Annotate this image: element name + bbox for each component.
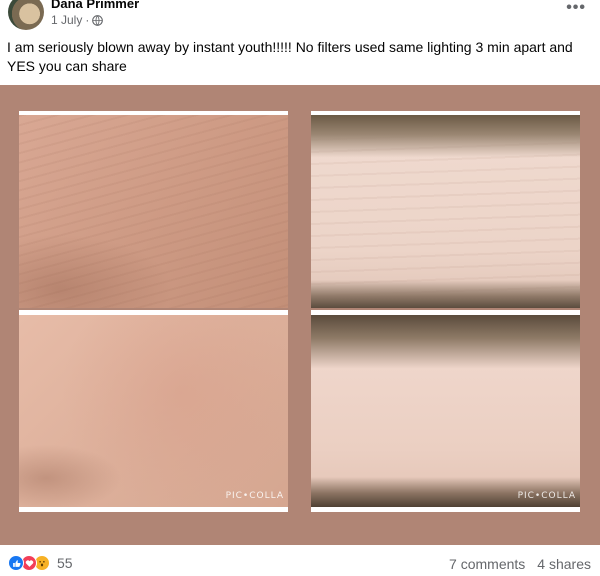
like-icon — [8, 555, 24, 571]
watermark: PIC•COLLA — [225, 491, 284, 501]
photo-frame-bottom-edge-left — [19, 507, 288, 512]
photo-tile-top-right — [311, 115, 580, 308]
photo-frame-bottom-edge-right — [311, 507, 580, 512]
post-header: Dana Primmer 1 July · ••• — [0, 0, 600, 36]
post-footer: 55 7 comments 4 shares — [0, 552, 600, 576]
meta-separator: · — [85, 13, 90, 27]
photo-tile-bottom-right: PIC•COLLA — [311, 315, 580, 507]
post-text: I am seriously blown away by instant you… — [7, 39, 573, 74]
watermark: PIC•COLLA — [517, 491, 576, 501]
more-horizontal-icon: ••• — [566, 0, 586, 16]
comments-link[interactable]: 7 comments — [449, 556, 525, 572]
globe-icon[interactable] — [92, 14, 104, 26]
engagement-counts: 7 comments 4 shares — [449, 556, 591, 572]
shares-link[interactable]: 4 shares — [537, 556, 591, 572]
author-name[interactable]: Dana Primmer — [51, 0, 139, 11]
reaction-count: 55 — [57, 555, 73, 571]
reactions-summary[interactable]: 55 — [8, 555, 73, 571]
more-options-button[interactable]: ••• — [566, 0, 586, 16]
author-avatar[interactable] — [8, 0, 44, 30]
post-photo[interactable]: PIC•COLLA PIC•COLLA — [0, 85, 600, 545]
post-meta: 1 July · — [51, 13, 104, 27]
photo-tile-top-left — [19, 115, 288, 308]
post-date[interactable]: 1 July — [51, 13, 82, 27]
photo-tile-bottom-left: PIC•COLLA — [19, 315, 288, 507]
